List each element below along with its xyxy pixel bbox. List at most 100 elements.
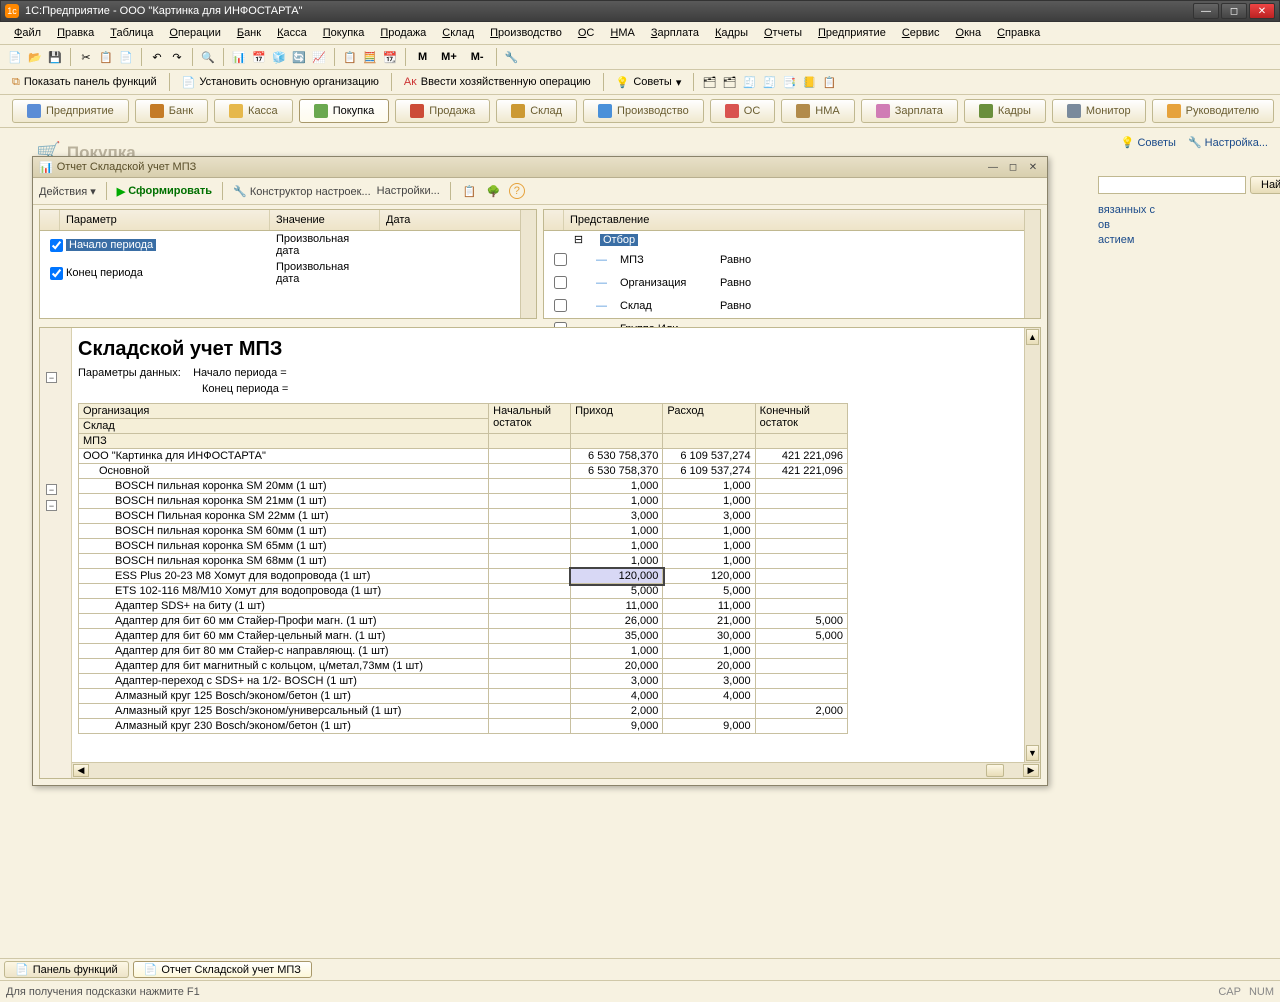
menu-Справка[interactable]: Справка — [991, 25, 1046, 41]
scrollbar[interactable] — [1024, 210, 1040, 318]
menu-Окна[interactable]: Окна — [950, 25, 988, 41]
menu-Касса[interactable]: Касса — [271, 25, 313, 41]
collapse-icon[interactable]: − — [46, 372, 57, 383]
minimize-button[interactable]: — — [1193, 3, 1219, 19]
menu-Склад[interactable]: Склад — [436, 25, 480, 41]
filter-row[interactable]: —МПЗРавно — [544, 248, 1040, 271]
menu-Предприятие[interactable]: Предприятие — [812, 25, 892, 41]
m-minus-button[interactable]: M- — [465, 49, 490, 65]
table-icon[interactable]: 📋 — [461, 182, 479, 200]
vertical-scrollbar[interactable]: ▲ ▼ — [1024, 328, 1040, 762]
filter-row[interactable]: —СкладРавно — [544, 294, 1040, 317]
menu-Правка[interactable]: Правка — [51, 25, 100, 41]
filter-root[interactable]: ⊟Отбор — [544, 231, 1040, 248]
tab-ОС[interactable]: ОС — [710, 99, 776, 123]
menu-Файл[interactable]: Файл — [8, 25, 47, 41]
report-row[interactable]: Адаптер SDS+ на биту (1 шт)11,00011,000 — [79, 599, 848, 614]
find-button[interactable]: Найти — [1250, 176, 1280, 194]
extra-icon-7[interactable]: 📋 — [820, 73, 838, 91]
help-icon[interactable]: ? — [509, 183, 525, 199]
date-icon[interactable]: 📆 — [381, 48, 399, 66]
save-icon[interactable]: 💾 — [46, 48, 64, 66]
report-row[interactable]: ETS 102-116 M8/M10 Хомут для водопровода… — [79, 584, 848, 599]
menu-Кадры[interactable]: Кадры — [709, 25, 754, 41]
report-row[interactable]: ООО "Картинка для ИНФОСТАРТА"6 530 758,3… — [79, 449, 848, 464]
inner-maximize-button[interactable]: ◻ — [1005, 160, 1021, 174]
menu-Зарплата[interactable]: Зарплата — [645, 25, 705, 41]
maximize-button[interactable]: ◻ — [1221, 3, 1247, 19]
report-window-titlebar[interactable]: 📊 Отчет Складской учет МПЗ — ◻ ✕ — [33, 157, 1047, 178]
menu-Покупка[interactable]: Покупка — [317, 25, 371, 41]
collapse-icon[interactable]: − — [46, 500, 57, 511]
tab-Покупка[interactable]: Покупка — [299, 99, 390, 123]
extra-icon-4[interactable]: 🧾 — [760, 73, 778, 91]
calc-icon[interactable]: 📊 — [230, 48, 248, 66]
task-tab[interactable]: 📄Отчет Складской учет МПЗ — [133, 961, 312, 978]
extra-icon-6[interactable]: 📒 — [800, 73, 818, 91]
report-row[interactable]: Адаптер для бит 80 мм Стайер-с направляю… — [79, 644, 848, 659]
tab-Банк[interactable]: Банк — [135, 99, 208, 123]
cube-icon[interactable]: 🧊 — [270, 48, 288, 66]
redo-icon[interactable]: ↷ — [168, 48, 186, 66]
tab-Касса[interactable]: Касса — [214, 99, 293, 123]
chart-icon[interactable]: 📈 — [310, 48, 328, 66]
task-tab[interactable]: 📄Панель функций — [4, 961, 129, 978]
math-icon[interactable]: 🧮 — [361, 48, 379, 66]
enter-op-button[interactable]: Aᴋ Ввести хозяйственную операцию — [398, 74, 597, 90]
report-row[interactable]: Адаптер для бит магнитный с кольцом, ц/м… — [79, 659, 848, 674]
form-button[interactable]: ▶ Сформировать — [117, 185, 212, 198]
m-button[interactable]: M — [412, 49, 433, 65]
tree-icon[interactable]: 🌳 — [485, 182, 503, 200]
extra-icon-2[interactable]: 🗂 — [720, 73, 738, 91]
report-row[interactable]: Алмазный круг 230 Bosch/эконом/бетон (1 … — [79, 719, 848, 734]
menu-Производство[interactable]: Производство — [484, 25, 568, 41]
paste-icon[interactable]: 📄 — [117, 48, 135, 66]
tab-Кадры[interactable]: Кадры — [964, 99, 1046, 123]
report-row[interactable]: BOSCH пильная коронка SM 60мм (1 шт)1,00… — [79, 524, 848, 539]
calendar-icon[interactable]: 📅 — [250, 48, 268, 66]
close-button[interactable]: ✕ — [1249, 3, 1275, 19]
cut-icon[interactable]: ✂ — [77, 48, 95, 66]
menu-НМА[interactable]: НМА — [604, 25, 640, 41]
report-row[interactable]: BOSCH пильная коронка SM 68мм (1 шт)1,00… — [79, 554, 848, 569]
tab-Продажа[interactable]: Продажа — [395, 99, 490, 123]
filter-row[interactable]: —ОрганизацияРавно — [544, 271, 1040, 294]
report-row[interactable]: Алмазный круг 125 Bosch/эконом/универсал… — [79, 704, 848, 719]
actions-dropdown[interactable]: Действия ▾ — [39, 185, 96, 198]
tab-НМА[interactable]: НМА — [781, 99, 854, 123]
menu-Отчеты[interactable]: Отчеты — [758, 25, 808, 41]
report-row[interactable]: BOSCH Пильная коронка SM 22мм (1 шт)3,00… — [79, 509, 848, 524]
search-input[interactable] — [1098, 176, 1246, 194]
report-row[interactable]: Адаптер для бит 60 мм Стайер-Профи магн.… — [79, 614, 848, 629]
scrollbar[interactable] — [520, 210, 536, 318]
side-link[interactable]: вязанных с — [1098, 204, 1268, 216]
config-link[interactable]: 🔧Настройка... — [1188, 136, 1268, 149]
menu-Продажа[interactable]: Продажа — [374, 25, 432, 41]
menu-Банк[interactable]: Банк — [231, 25, 267, 41]
extra-icon-3[interactable]: 🧾 — [740, 73, 758, 91]
settings-button[interactable]: Настройки... — [377, 185, 440, 197]
param-row[interactable]: Конец периодаПроизвольная дата — [40, 259, 536, 287]
m-plus-button[interactable]: M+ — [435, 49, 463, 65]
wrench-icon[interactable]: 🔧 — [503, 48, 521, 66]
find-icon[interactable]: 🔍 — [199, 48, 217, 66]
extra-icon-5[interactable]: 📑 — [780, 73, 798, 91]
report-row[interactable]: BOSCH пильная коронка SM 20мм (1 шт)1,00… — [79, 479, 848, 494]
menu-ОС[interactable]: ОС — [572, 25, 601, 41]
tab-Склад[interactable]: Склад — [496, 99, 577, 123]
collapse-icon[interactable]: − — [46, 484, 57, 495]
report-row[interactable]: ESS Plus 20-23 M8 Хомут для водопровода … — [79, 569, 848, 584]
tab-Монитор[interactable]: Монитор — [1052, 99, 1146, 123]
list-icon[interactable]: 📋 — [341, 48, 359, 66]
tips-link[interactable]: 💡Советы — [1121, 136, 1176, 149]
new-doc-icon[interactable]: 📄 — [6, 48, 24, 66]
menu-Сервис[interactable]: Сервис — [896, 25, 946, 41]
show-panel-button[interactable]: ⧉ Показать панель функций — [6, 74, 163, 91]
tab-Зарплата[interactable]: Зарплата — [861, 99, 958, 123]
report-table[interactable]: ОрганизацияНачальный остатокПриходРасход… — [78, 403, 848, 734]
report-row[interactable]: BOSCH пильная коронка SM 65мм (1 шт)1,00… — [79, 539, 848, 554]
undo-icon[interactable]: ↶ — [148, 48, 166, 66]
set-org-button[interactable]: 📄 Установить основную организацию — [176, 74, 385, 91]
tab-Производство[interactable]: Производство — [583, 99, 704, 123]
refresh-icon[interactable]: 🔄 — [290, 48, 308, 66]
